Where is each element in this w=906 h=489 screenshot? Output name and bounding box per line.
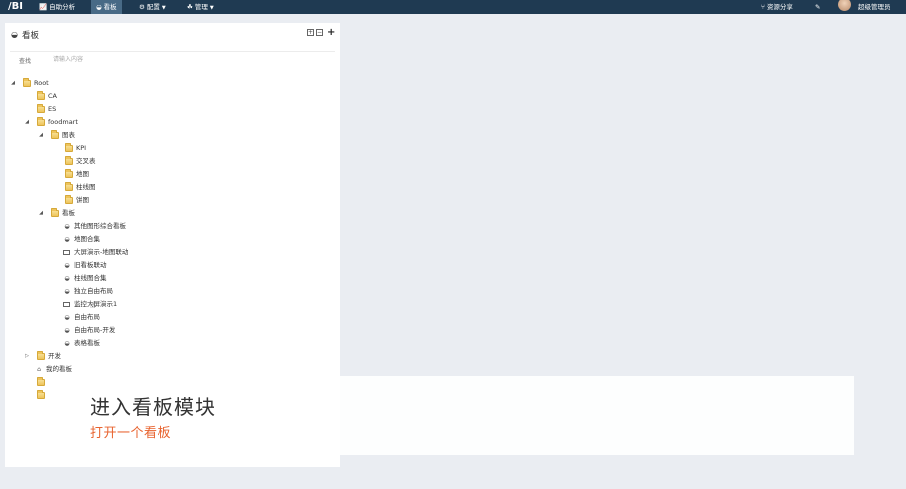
tree-node-board-item[interactable]: ◒ 表格看板: [63, 337, 100, 349]
add-button[interactable]: +: [327, 27, 335, 38]
tree-node-chart-item[interactable]: 交叉表: [65, 155, 96, 167]
home-icon: ⌂: [37, 366, 41, 373]
search-label: 查找: [19, 58, 32, 65]
expanded-caret-icon[interactable]: ◢: [37, 207, 45, 219]
dashboard-icon: ◒: [64, 223, 70, 230]
dashboard-icon: ◒: [64, 340, 70, 347]
dashboard-icon: ◒: [64, 275, 70, 282]
folder-icon: [37, 350, 45, 360]
expanded-caret-icon[interactable]: ◢: [37, 129, 45, 141]
folder-icon: [65, 142, 73, 152]
tree-node-board-item[interactable]: ◒ 旧看板联动: [63, 259, 106, 271]
tree-node-chart-item[interactable]: 饼图: [65, 194, 89, 206]
tree-node-chart-item[interactable]: 柱线图: [65, 181, 96, 193]
tree-node-chart-item[interactable]: KPI: [65, 142, 86, 154]
tree-node-board-item[interactable]: ◒ 其他图形综合看板: [63, 220, 126, 232]
tree-node-board-item[interactable]: ◒ 柱线图合集: [63, 272, 106, 284]
tree-node-ca[interactable]: CA: [37, 90, 57, 102]
chart-icon: 📈: [39, 3, 48, 11]
folder-icon: [37, 376, 45, 386]
tree-node-board-item[interactable]: ◒ 自由布局: [63, 311, 100, 323]
tree-node-board-item[interactable]: ◒ 自由布局-开发: [63, 324, 115, 336]
caption-subtitle: 打开一个看板: [90, 426, 172, 441]
tutorial-caption: 进入看板模块 打开一个看板: [60, 376, 854, 455]
folder-icon: [37, 116, 45, 126]
tree-node-chart-item[interactable]: 地图: [65, 168, 89, 180]
mouse-cursor-icon: ☝: [90, 301, 96, 311]
nav-admin[interactable]: ☘ 管理 ▼: [182, 0, 219, 14]
user-menu[interactable]: 超级管理员: [853, 0, 896, 14]
share-icon: ⑂: [761, 3, 765, 11]
divider: [10, 51, 335, 52]
tree-node-hidden[interactable]: [37, 376, 48, 388]
caption-title: 进入看板模块: [90, 395, 216, 419]
folder-icon: [37, 90, 45, 100]
folder-icon: [37, 103, 45, 113]
folder-icon: [65, 168, 73, 178]
nav-resource-share[interactable]: ⑂ 资源分享: [756, 0, 798, 14]
app-logo[interactable]: /BI: [8, 0, 23, 14]
tree-node-es[interactable]: ES: [37, 103, 56, 115]
collapse-all-button[interactable]: −: [316, 29, 323, 36]
nav-dashboard[interactable]: ◒ 看板: [91, 0, 122, 14]
nav-self-service[interactable]: 📈 自助分析: [34, 0, 80, 14]
nav-config[interactable]: ⚙ 配置 ▼: [134, 0, 171, 14]
expanded-caret-icon[interactable]: ◢: [23, 116, 31, 128]
folder-icon: [23, 77, 31, 87]
panel-title: 看板: [22, 31, 40, 41]
folder-icon: [65, 194, 73, 204]
expand-all-button[interactable]: +: [307, 29, 314, 36]
monitor-icon: [63, 301, 70, 307]
collapsed-caret-icon[interactable]: ▷: [23, 350, 31, 362]
search-input[interactable]: [49, 53, 337, 65]
tree-node-board-item[interactable]: 大屏演示-地图联动: [63, 246, 128, 258]
dashboard-icon: ◒: [96, 3, 102, 11]
folder-icon: [37, 389, 45, 399]
dashboard-icon: ◒: [64, 314, 70, 321]
expanded-caret-icon[interactable]: ◢: [9, 77, 17, 89]
tree-node-board-item[interactable]: ◒ 独立自由布局: [63, 285, 113, 297]
edit-button[interactable]: ✎: [810, 0, 825, 14]
folder-icon: [65, 155, 73, 165]
caret-down-icon: ▼: [209, 5, 214, 11]
tree-node-board-item[interactable]: ◒ 地图合集: [63, 233, 100, 245]
dashboard-icon: ◒: [64, 327, 70, 334]
dashboard-icon: ◒: [64, 236, 70, 243]
dashboard-icon: ◒: [64, 262, 70, 269]
pencil-icon: ✎: [815, 3, 821, 11]
monitor-icon: [63, 249, 70, 255]
top-navbar: /BI 📈 自助分析 ◒ 看板 ⚙ 配置 ▼ ☘ 管理 ▼ ⑂ 资源分享 ✎ 超级管理员: [0, 0, 906, 14]
folder-icon: [51, 129, 59, 139]
caret-down-icon: ▼: [161, 5, 166, 11]
panel-header: ◒ 看板 + − +: [5, 23, 340, 45]
avatar[interactable]: [838, 0, 851, 11]
gears-icon: ⚙: [139, 3, 145, 11]
dashboard-icon: ◒: [64, 288, 70, 295]
folder-icon: [51, 207, 59, 217]
dashboard-icon: ◒: [11, 30, 18, 39]
users-icon: ☘: [187, 3, 193, 11]
tree-node-my-boards[interactable]: ⌂ 我的看板: [35, 363, 72, 375]
folder-icon: [65, 181, 73, 191]
tree-node-hidden[interactable]: [37, 389, 48, 401]
